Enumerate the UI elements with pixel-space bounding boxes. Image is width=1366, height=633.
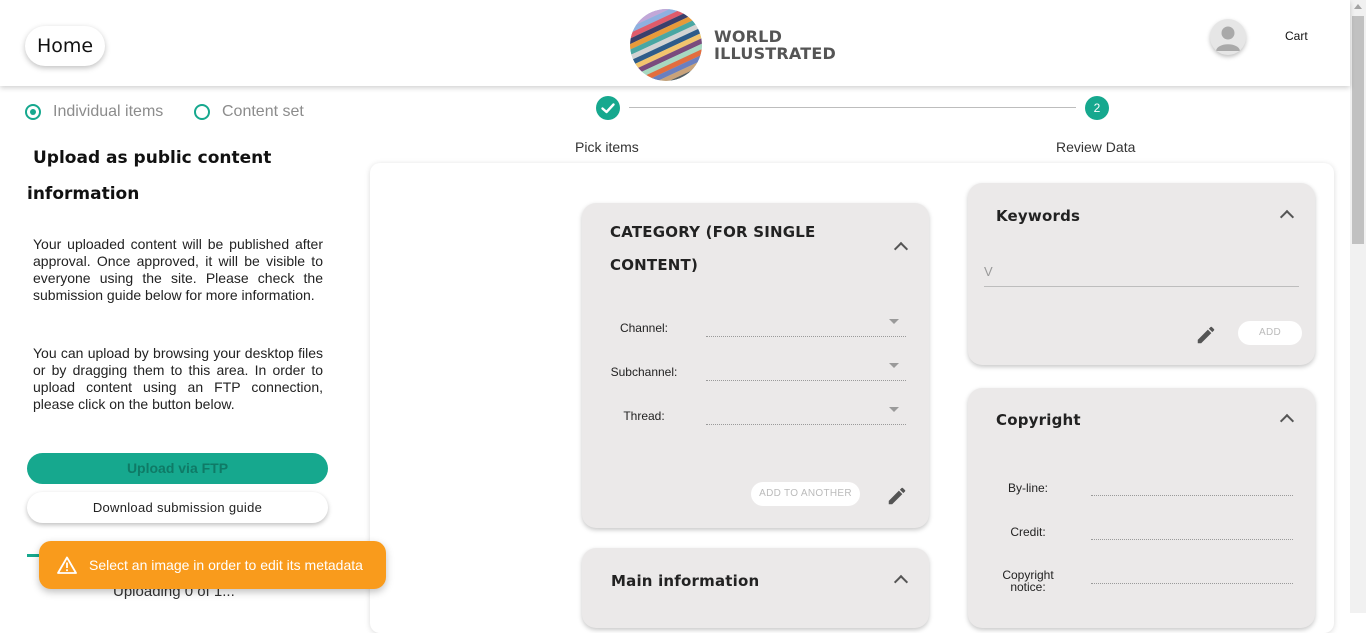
byline-input[interactable] [1091, 495, 1293, 496]
upload-info-paragraph: Your uploaded content will be published … [33, 236, 323, 303]
stepper-connector [629, 107, 1076, 108]
radio-content-set-label[interactable]: Content set [222, 103, 304, 121]
credit-input[interactable] [1091, 539, 1293, 540]
download-guide-button[interactable]: Download submission guide [27, 492, 328, 523]
top-header: Home WORLD ILLUSTRATED Cart [0, 0, 1350, 86]
upload-ftp-button[interactable]: Upload via FTP [27, 453, 328, 484]
add-keyword-button[interactable]: ADD [1238, 321, 1302, 345]
toast-message: Select an image in order to edit its met… [89, 557, 363, 573]
main-information-panel: Main information [582, 548, 929, 628]
thread-select[interactable] [706, 424, 906, 425]
thread-dropdown-arrow-icon[interactable] [889, 407, 899, 412]
channel-select[interactable] [706, 336, 906, 337]
radio-individual-items-label[interactable]: Individual items [53, 103, 163, 121]
copyright-panel: Copyright By-line: Credit: Copyright not… [968, 388, 1315, 628]
add-to-another-button[interactable]: ADD TO ANOTHER [751, 482, 860, 506]
collapse-chevron-icon[interactable] [1279, 413, 1295, 429]
cart-link[interactable]: Cart [1285, 29, 1308, 43]
main-information-title: Main information [611, 572, 760, 590]
scroll-up-arrow-icon[interactable] [1354, 4, 1362, 9]
copyright-notice-label-line2: notice: [1010, 580, 1046, 594]
credit-label: Credit: [1010, 525, 1046, 539]
subchannel-select[interactable] [706, 380, 906, 381]
category-panel: CATEGORY (FOR SINGLE CONTENT) Channel: S… [582, 203, 929, 528]
thread-label: Thread: [623, 409, 665, 423]
keywords-title: Keywords [996, 207, 1081, 225]
edit-pencil-icon[interactable] [1195, 324, 1217, 346]
upload-title-line1: Upload as public content [33, 148, 272, 168]
category-title-line2: CONTENT) [610, 256, 699, 274]
copyright-notice-input[interactable] [1091, 583, 1293, 584]
radio-individual-items[interactable] [25, 104, 41, 120]
channel-label: Channel: [619, 321, 669, 335]
upload-title-line2: information [27, 184, 140, 204]
edit-pencil-icon[interactable] [886, 485, 908, 507]
step-2-indicator: 2 [1085, 96, 1109, 120]
category-title-line1: CATEGORY (FOR SINGLE [610, 223, 816, 241]
collapse-chevron-icon[interactable] [893, 574, 909, 590]
copyright-title: Copyright [996, 411, 1081, 429]
scrollbar-thumb[interactable] [1352, 16, 1364, 244]
logo-line2: ILLUSTRATED [714, 44, 836, 63]
copyright-notice-label: Copyright notice: [988, 569, 1068, 593]
keywords-panel: Keywords V ADD [968, 183, 1315, 365]
channel-dropdown-arrow-icon[interactable] [889, 319, 899, 324]
metadata-toast: Select an image in order to edit its met… [39, 541, 386, 589]
home-button[interactable]: Home [25, 26, 105, 66]
logo-text: WORLD ILLUSTRATED [714, 28, 836, 62]
subchannel-dropdown-arrow-icon[interactable] [889, 363, 899, 368]
subchannel-label: Subchannel: [610, 365, 678, 379]
warning-icon [57, 556, 77, 574]
collapse-chevron-icon[interactable] [1279, 209, 1295, 225]
byline-label: By-line: [1007, 481, 1048, 495]
keyword-input[interactable]: V [984, 264, 993, 279]
collapse-chevron-icon[interactable] [893, 241, 909, 257]
keyword-input-underline [984, 286, 1299, 287]
world-illustrated-logo-icon[interactable] [630, 9, 702, 81]
radio-content-set[interactable] [194, 104, 210, 120]
user-avatar-icon[interactable] [1210, 19, 1246, 55]
step-2-label: Review Data [1056, 139, 1136, 155]
logo-line1: WORLD [714, 27, 783, 46]
step-1-label: Pick items [575, 139, 639, 155]
step-1-check-icon [596, 96, 620, 120]
upload-instructions-paragraph: You can upload by browsing your desktop … [33, 345, 323, 412]
